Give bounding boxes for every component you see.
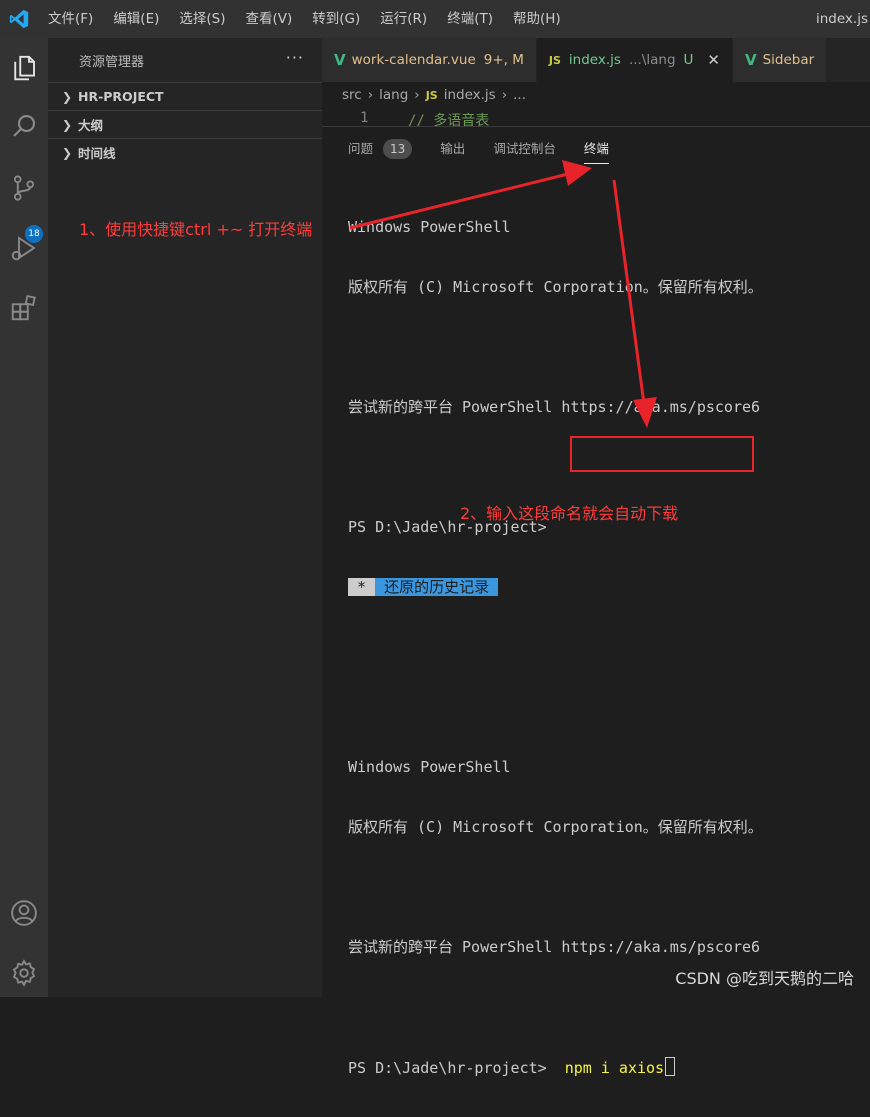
breadcrumb-lang[interactable]: lang (379, 87, 408, 103)
more-actions-icon[interactable]: ··· (286, 48, 304, 67)
restore-star: * (348, 578, 376, 596)
annotation-step1: 1、使用快捷键ctrl +~ 打开终端 (79, 220, 313, 239)
tab-status: U (683, 52, 694, 68)
section-hr-project[interactable]: ❯ HR-PROJECT (48, 82, 322, 110)
vscode-logo-icon (0, 0, 38, 38)
tab-debug-console[interactable]: 调试控制台 (493, 127, 556, 171)
chevron-right-icon: › (367, 87, 374, 103)
terminal-panel: 问题 13 输出 调试控制台 终端 Windows PowerShell 版权所… (322, 126, 870, 1077)
menu-view[interactable]: 查看(V) (236, 0, 303, 38)
section-outline[interactable]: ❯ 大纲 (48, 110, 322, 138)
menu-edit[interactable]: 编辑(E) (103, 0, 169, 38)
terminal-command-line[interactable]: PS D:\Jade\hr-project> npm i axios (348, 1057, 763, 1077)
tab-output[interactable]: 输出 (440, 127, 465, 171)
tab-status: 9+, M (483, 52, 524, 68)
search-icon[interactable] (0, 102, 48, 150)
problems-count-badge: 13 (383, 139, 413, 159)
tab-label: Sidebar (762, 52, 815, 68)
code-line: 1 // 多语音表 (322, 108, 870, 126)
title-bar: 文件(F) 编辑(E) 选择(S) 查看(V) 转到(G) 运行(R) 终端(T… (0, 0, 870, 38)
restore-text: 还原的历史记录 (375, 578, 499, 596)
terminal-line: Windows PowerShell (348, 758, 511, 776)
tab-terminal[interactable]: 终端 (583, 127, 609, 171)
cursor-icon (665, 1057, 676, 1076)
tab-detail: ...\lang (628, 52, 676, 68)
tab-label: 问题 (348, 141, 374, 156)
close-icon[interactable]: ✕ (707, 51, 720, 69)
restore-history-line: * 还原的历史记录 (348, 577, 763, 597)
breadcrumb-src[interactable]: src (342, 87, 362, 103)
chevron-right-icon: ❯ (62, 145, 73, 160)
vue-file-icon: V (744, 51, 757, 69)
source-control-icon[interactable] (0, 164, 48, 212)
chevron-right-icon: ❯ (62, 89, 73, 104)
section-label: HR-PROJECT (78, 89, 164, 104)
terminal-line: 尝试新的跨平台 PowerShell https://aka.ms/pscore… (348, 938, 761, 956)
menu-terminal[interactable]: 终端(T) (437, 0, 503, 38)
command-highlight-box (570, 436, 754, 472)
menu-help[interactable]: 帮助(H) (503, 0, 571, 38)
section-label: 时间线 (78, 146, 116, 161)
chevron-right-icon: › (414, 87, 420, 103)
tab-work-calendar[interactable]: V work-calendar.vue 9+, M (322, 38, 537, 82)
js-file-icon: JS (548, 53, 561, 67)
terminal-prompt: PS D:\Jade\hr-project> (348, 1059, 556, 1077)
panel-tabs: 问题 13 输出 调试控制台 终端 (322, 127, 870, 171)
window-title: index.js (815, 11, 868, 27)
explorer-sidebar: 资源管理器 ··· ❯ HR-PROJECT ❯ 大纲 ❯ 时间线 (48, 38, 322, 997)
tab-problems[interactable]: 问题 13 (348, 127, 413, 171)
extensions-icon[interactable] (0, 284, 48, 332)
menu-go[interactable]: 转到(G) (302, 0, 370, 38)
menu-run[interactable]: 运行(R) (370, 0, 437, 38)
terminal-line: 版权所有 (C) Microsoft Corporation。保留所有权利。 (348, 278, 763, 296)
code-comment: // 多语音表 (408, 113, 490, 126)
tab-sidebar[interactable]: V Sidebar (732, 38, 828, 82)
breadcrumb-file[interactable]: index.js (444, 87, 496, 103)
terminal-line: 尝试新的跨平台 PowerShell https://aka.ms/pscore… (348, 398, 761, 416)
section-timeline[interactable]: ❯ 时间线 (48, 138, 322, 166)
run-debug-icon[interactable] (0, 224, 48, 272)
chevron-right-icon: › (501, 87, 508, 103)
editor-tabs: V work-calendar.vue 9+, M JS index.js ..… (322, 38, 870, 82)
tab-index-js[interactable]: JS index.js ...\lang U ✕ (536, 38, 733, 82)
menu-file[interactable]: 文件(F) (38, 0, 103, 38)
tab-label: work-calendar.vue (351, 52, 476, 68)
chevron-right-icon: ❯ (62, 117, 73, 132)
breadcrumb: src › lang › JS index.js › ... (322, 82, 870, 108)
menu-selection[interactable]: 选择(S) (169, 0, 235, 38)
breadcrumb-more[interactable]: ... (513, 87, 526, 103)
vue-file-icon: V (334, 51, 346, 69)
sidebar-title: 资源管理器 (79, 54, 145, 70)
section-label: 大纲 (78, 118, 104, 133)
annotation-step2: 2、输入这段命名就会自动下载 (460, 504, 679, 523)
watermark: CSDN @吃到天鹅的二哈 (675, 969, 854, 988)
terminal-command: npm i axios (564, 1059, 665, 1077)
line-number: 1 (360, 110, 369, 126)
terminal-line: 版权所有 (C) Microsoft Corporation。保留所有权利。 (348, 818, 763, 836)
activity-bar: 18 (0, 38, 48, 997)
tab-label: index.js (568, 52, 621, 68)
js-file-icon: JS (425, 88, 438, 102)
terminal-line: Windows PowerShell (348, 218, 511, 236)
account-icon[interactable] (0, 889, 48, 937)
settings-gear-icon[interactable] (0, 949, 48, 997)
sidebar-header: 资源管理器 ··· (48, 38, 322, 82)
explorer-icon[interactable] (0, 44, 48, 92)
